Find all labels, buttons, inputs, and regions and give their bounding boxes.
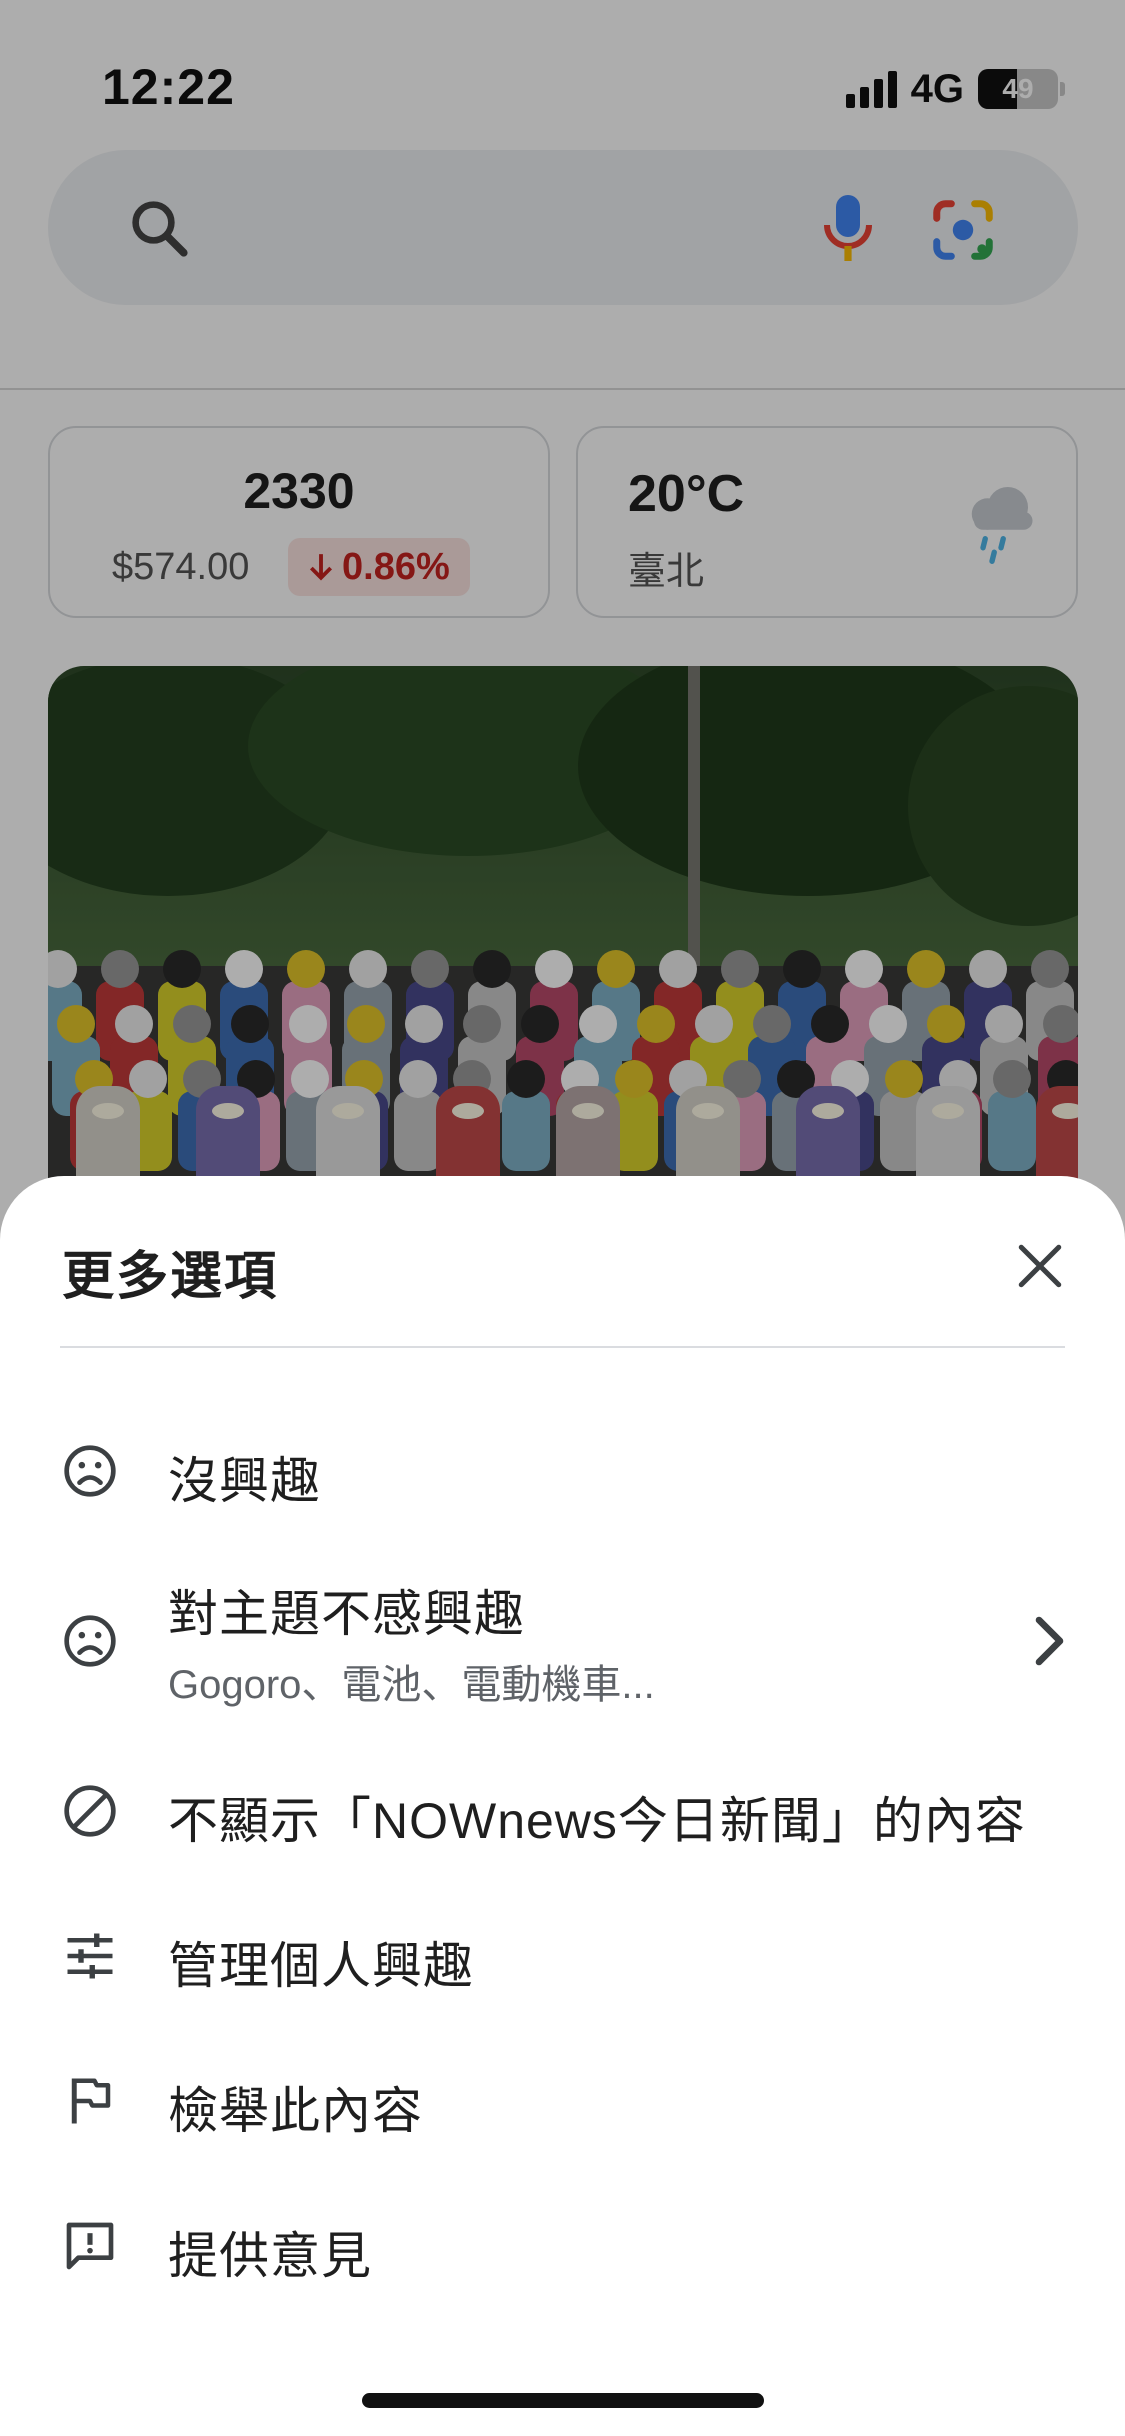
close-icon [1018,1244,1062,1288]
feedback-icon [60,2216,120,2276]
sheet-title: 更多選項 [62,1248,279,1306]
menu-item-report[interactable]: 檢舉此內容 [0,2036,1125,2166]
chevron-right-icon [1035,1616,1064,1666]
close-button[interactable] [1000,1226,1080,1306]
menu-item-topic-not-interested[interactable]: 對主題不感興趣 Gogoro、電池、電動機車... [0,1556,1125,1726]
menu-item-label: 管理個人興趣 [168,1938,474,1994]
menu-item-label: 提供意見 [168,2228,372,2284]
sheet-divider [60,1346,1065,1348]
menu-item-hide-source[interactable]: 不顯示「NOWnews今日新聞」的內容 [0,1746,1125,1876]
menu-item-label: 沒興趣 [168,1453,321,1509]
menu-item-feedback[interactable]: 提供意見 [0,2181,1125,2311]
tune-icon [60,1926,120,1986]
menu-item-manage-interests[interactable]: 管理個人興趣 [0,1891,1125,2021]
menu-item-label: 不顯示「NOWnews今日新聞」的內容 [168,1793,1026,1849]
home-indicator [362,2393,764,2408]
block-icon [60,1781,120,1841]
menu-item-label: 對主題不感興趣 [168,1586,525,1642]
menu-item-not-interested[interactable]: 沒興趣 [0,1406,1125,1536]
sad-face-icon [60,1611,120,1671]
more-options-sheet: 更多選項 沒興趣 對主題不感興趣 Gogoro、電池、電動機車... 不顯示「N… [0,1176,1125,2436]
menu-item-sublabel: Gogoro、電池、電動機車... [168,1663,655,1707]
menu-item-label: 檢舉此內容 [168,2083,423,2139]
sad-face-icon [60,1441,120,1501]
flag-icon [60,2071,120,2131]
